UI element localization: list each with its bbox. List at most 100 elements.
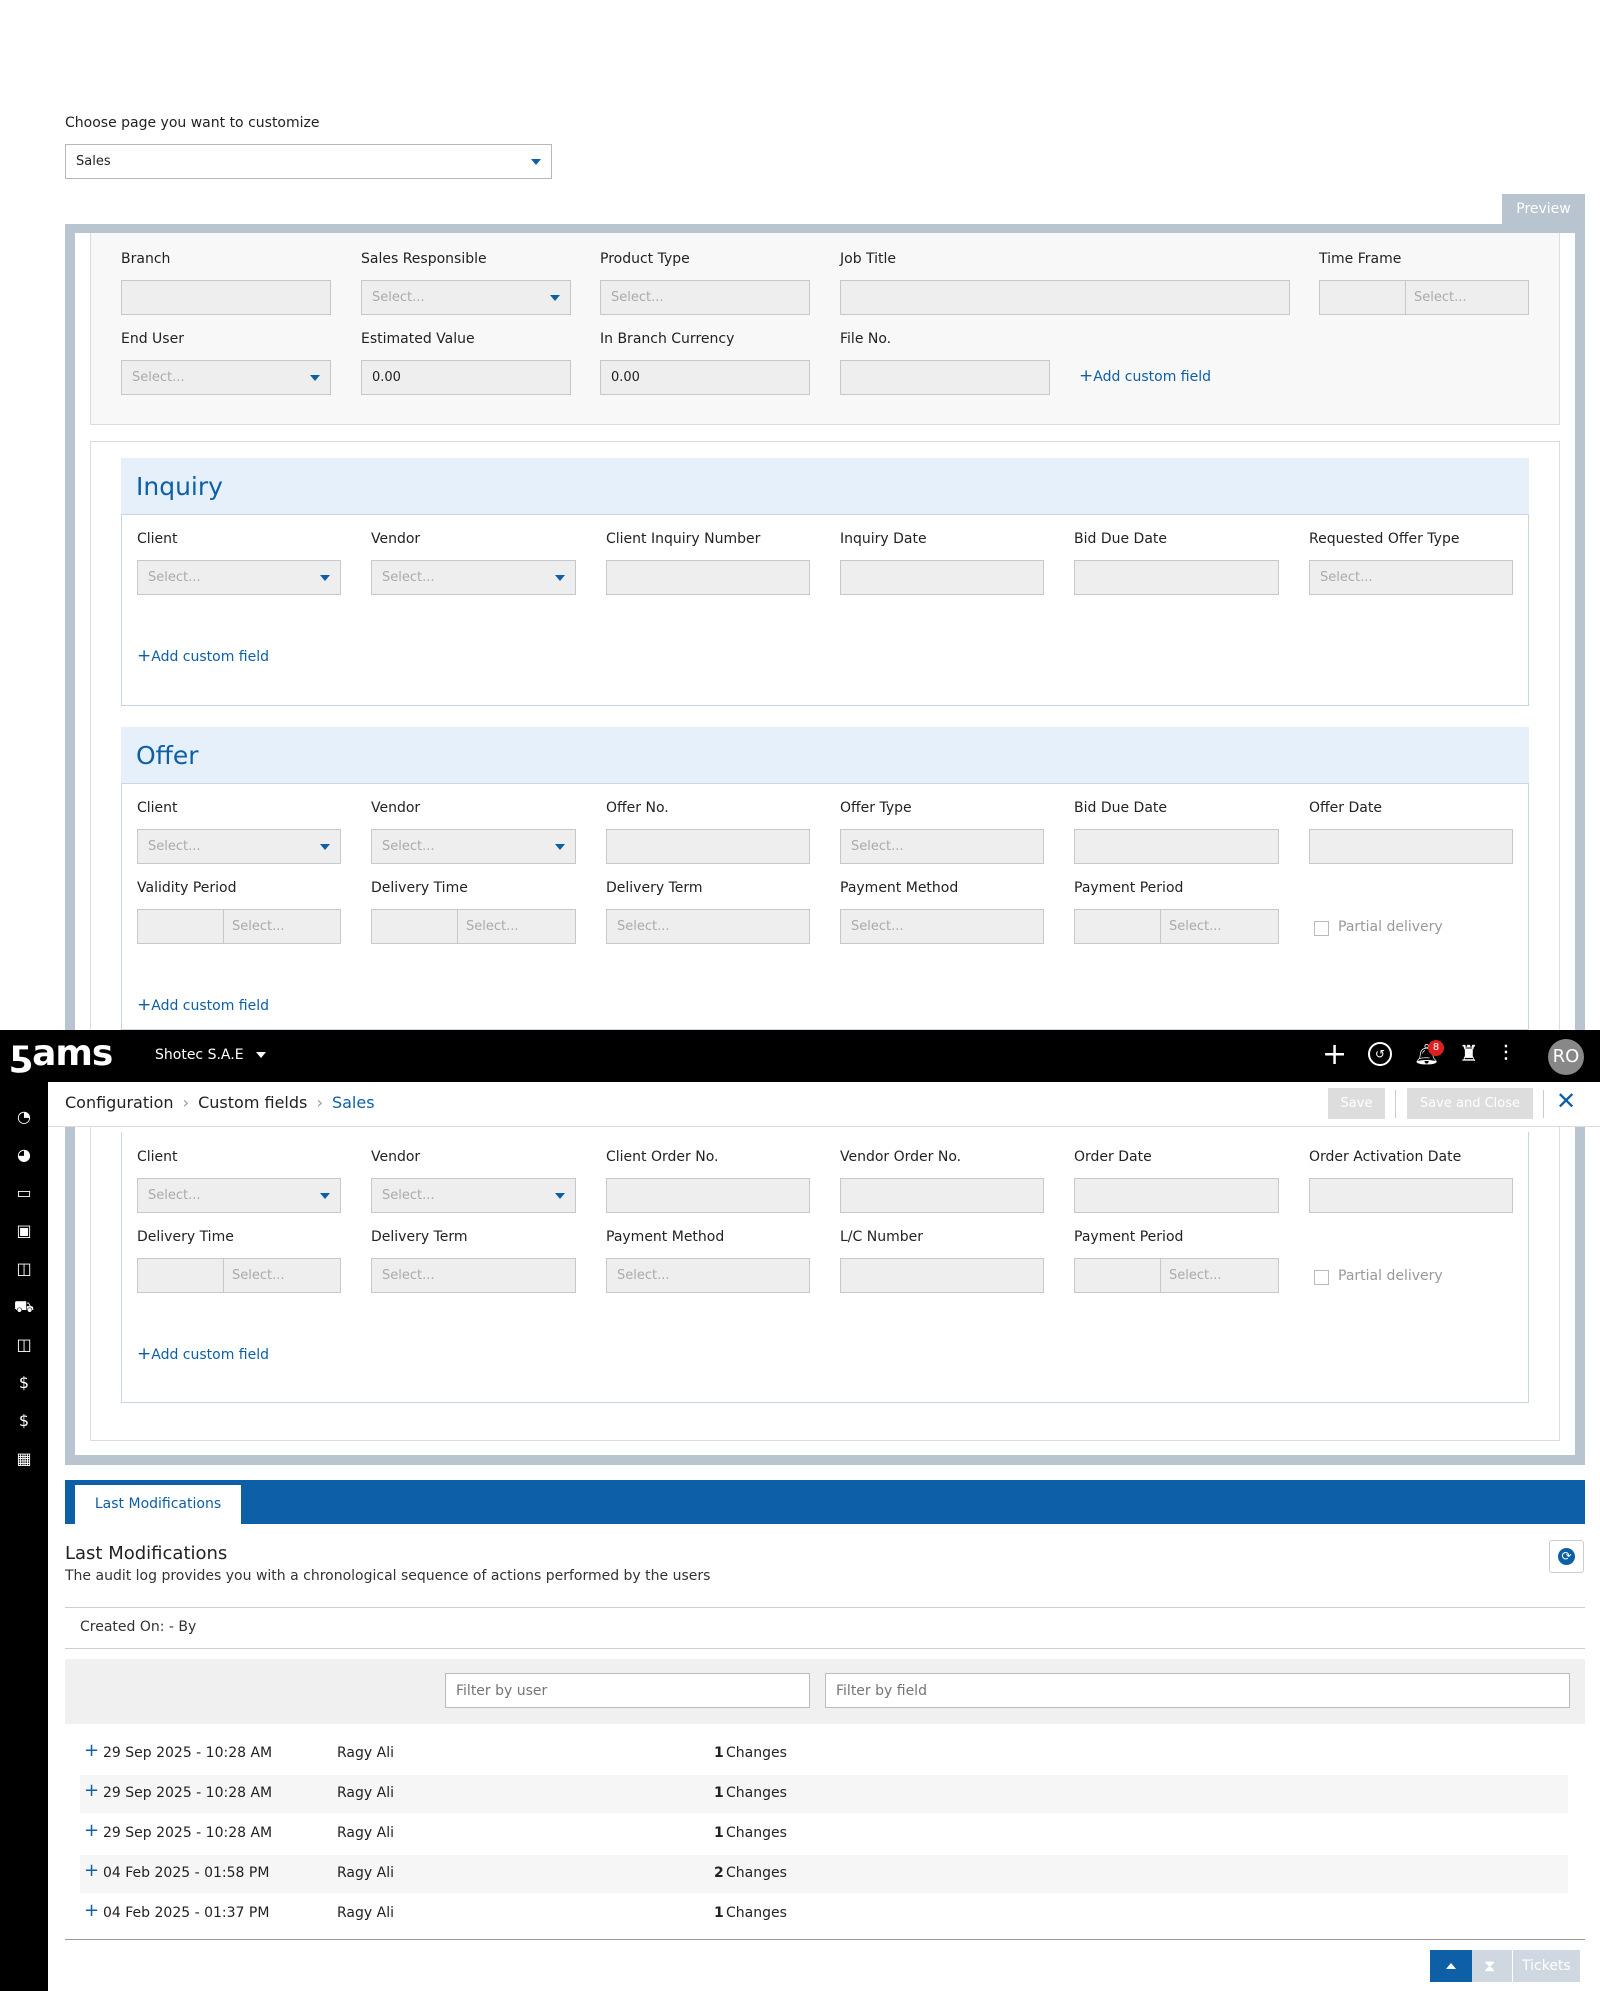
order-date-field[interactable] [1074, 1178, 1279, 1213]
preview-tab[interactable]: Preview [1502, 194, 1585, 224]
inquiry-vendor-dropdown[interactable]: Select... [371, 560, 576, 595]
plus-icon: + [137, 646, 152, 666]
product-type-dropdown[interactable]: Select... [600, 280, 810, 315]
add-custom-field-order[interactable]: +Add custom field [137, 1344, 269, 1364]
add-custom-field-offer[interactable]: +Add custom field [137, 995, 269, 1015]
order-client-dropdown[interactable]: Select... [137, 1178, 341, 1213]
tickets-button[interactable]: ⧗ Tickets [1472, 1950, 1580, 1982]
close-icon[interactable]: ✕ [1556, 1087, 1576, 1115]
lc-number-field[interactable] [840, 1258, 1044, 1293]
offer-client-dropdown[interactable]: Select... [137, 829, 341, 864]
offer-partial-delivery-label: Partial delivery [1338, 919, 1443, 935]
order-delivery-term-dropdown[interactable]: Select... [371, 1258, 576, 1293]
add-icon[interactable]: + [1322, 1038, 1347, 1072]
scroll-top-button[interactable] [1430, 1950, 1472, 1982]
order-payment-period-field[interactable]: Select... [1074, 1258, 1279, 1293]
cart-icon[interactable]: ⛟ [0, 1297, 48, 1318]
offer-delivery-term-dropdown[interactable]: Select... [606, 909, 810, 944]
requested-offer-type-dropdown[interactable]: Select... [1309, 560, 1513, 595]
dashboard-icon[interactable]: ◔ [0, 1107, 48, 1126]
log-date: 29 Sep 2025 - 10:28 AM [103, 1825, 273, 1841]
invoice-icon[interactable]: $ [0, 1373, 48, 1392]
log-row[interactable]: +29 Sep 2025 - 10:28 AM Ragy Ali 1 Changes [80, 1775, 1568, 1813]
offer-payment-period-field[interactable]: Select... [1074, 909, 1279, 944]
offer-payment-method-label: Payment Method [840, 880, 959, 896]
offer-no-field[interactable] [606, 829, 810, 864]
chevron-down-icon [555, 1193, 565, 1199]
monitor-icon[interactable]: ▭ [0, 1183, 48, 1202]
expand-icon[interactable]: + [84, 1780, 99, 1801]
refresh-button[interactable]: ⟳ [1549, 1540, 1584, 1573]
inquiry-date-label: Inquiry Date [840, 531, 927, 547]
offer-date-field[interactable] [1309, 829, 1513, 864]
add-custom-field-label: Add custom field [1093, 369, 1212, 385]
sales-responsible-label: Sales Responsible [361, 251, 487, 267]
breadcrumb-custom-fields[interactable]: Custom fields [198, 1093, 307, 1112]
add-custom-field-label: Add custom field [151, 998, 270, 1014]
log-date: 04 Feb 2025 - 01:37 PM [103, 1905, 270, 1921]
order-activation-date-field[interactable] [1309, 1178, 1513, 1213]
save-button[interactable]: Save [1328, 1088, 1385, 1119]
estimated-value-field[interactable]: 0.00 [361, 360, 571, 395]
validity-period-field[interactable]: Select... [137, 909, 341, 944]
offer-partial-delivery-checkbox[interactable] [1314, 921, 1329, 936]
expand-icon[interactable]: + [84, 1860, 99, 1881]
log-change-count: 1 [714, 1825, 724, 1841]
offer-bid-due-date-field[interactable] [1074, 829, 1279, 864]
offer-payment-method-dropdown[interactable]: Select... [840, 909, 1044, 944]
history-icon[interactable]: ↺ [1368, 1042, 1392, 1066]
client-order-no-field[interactable] [606, 1178, 810, 1213]
job-title-label: Job Title [840, 251, 897, 267]
modules-icon[interactable]: ◫ [0, 1259, 48, 1278]
page-selector-dropdown[interactable]: Sales [65, 144, 552, 179]
dashboard-alt-icon[interactable]: ◕ [0, 1145, 48, 1164]
branch-field[interactable] [121, 280, 331, 315]
avatar[interactable]: RO [1548, 1039, 1584, 1075]
file-no-field[interactable] [840, 360, 1050, 395]
time-frame-field[interactable]: Select... [1319, 280, 1529, 315]
filter-field-input[interactable] [825, 1673, 1570, 1708]
expand-icon[interactable]: + [84, 1820, 99, 1841]
expand-icon[interactable]: + [84, 1900, 99, 1921]
order-partial-delivery-checkbox[interactable] [1314, 1270, 1329, 1285]
filter-user-input[interactable] [445, 1673, 810, 1708]
app-logo[interactable]: ƽams [10, 1034, 113, 1074]
company-switcher[interactable]: Shotec S.A.E [155, 1047, 266, 1063]
order-vendor-dropdown[interactable]: Select... [371, 1178, 576, 1213]
placeholder: Select... [1414, 290, 1467, 305]
order-delivery-time-field[interactable]: Select... [137, 1258, 341, 1293]
chevron-down-icon [320, 1193, 330, 1199]
modules-alt-icon[interactable]: ◫ [0, 1335, 48, 1354]
job-title-field[interactable] [840, 280, 1290, 315]
chevron-right-icon: › [316, 1093, 323, 1112]
briefcase-icon[interactable]: ▣ [0, 1221, 48, 1240]
grid-icon[interactable]: ▦ [0, 1449, 48, 1468]
in-branch-currency-field[interactable]: 0.00 [600, 360, 810, 395]
save-and-close-button[interactable]: Save and Close [1407, 1088, 1533, 1119]
sales-responsible-dropdown[interactable]: Select... [361, 280, 571, 315]
inquiry-client-dropdown[interactable]: Select... [137, 560, 341, 595]
vendor-order-no-field[interactable] [840, 1178, 1044, 1213]
expand-icon[interactable]: + [84, 1740, 99, 1761]
offer-vendor-dropdown[interactable]: Select... [371, 829, 576, 864]
inquiry-date-field[interactable] [840, 560, 1044, 595]
invoice-alt-icon[interactable]: $ [0, 1411, 48, 1430]
log-row[interactable]: +04 Feb 2025 - 01:58 PM Ragy Ali 2 Changes [80, 1855, 1568, 1893]
add-custom-field-inquiry[interactable]: +Add custom field [137, 646, 269, 666]
placeholder: Select... [1320, 570, 1373, 585]
offer-type-dropdown[interactable]: Select... [840, 829, 1044, 864]
offer-delivery-time-field[interactable]: Select... [371, 909, 576, 944]
log-row[interactable]: +29 Sep 2025 - 10:28 AM Ragy Ali 1 Changes [80, 1815, 1568, 1853]
tab-last-modifications[interactable]: Last Modifications [75, 1485, 241, 1524]
add-custom-field-general[interactable]: +Add custom field [1079, 366, 1211, 386]
end-user-dropdown[interactable]: Select... [121, 360, 331, 395]
log-row[interactable]: +04 Feb 2025 - 01:37 PM Ragy Ali 1 Changes [80, 1895, 1568, 1933]
order-payment-method-dropdown[interactable]: Select... [606, 1258, 810, 1293]
castle-icon[interactable]: ♜ [1459, 1042, 1479, 1067]
log-row[interactable]: +29 Sep 2025 - 10:28 AM Ragy Ali 1 Changes [80, 1735, 1568, 1773]
sliders-icon[interactable]: ⫶ [1503, 1042, 1509, 1067]
breadcrumb-configuration[interactable]: Configuration [65, 1093, 174, 1112]
inquiry-bid-due-date-field[interactable] [1074, 560, 1279, 595]
client-inquiry-number-field[interactable] [606, 560, 810, 595]
ticket-icon: ⧗ [1484, 1956, 1496, 1975]
